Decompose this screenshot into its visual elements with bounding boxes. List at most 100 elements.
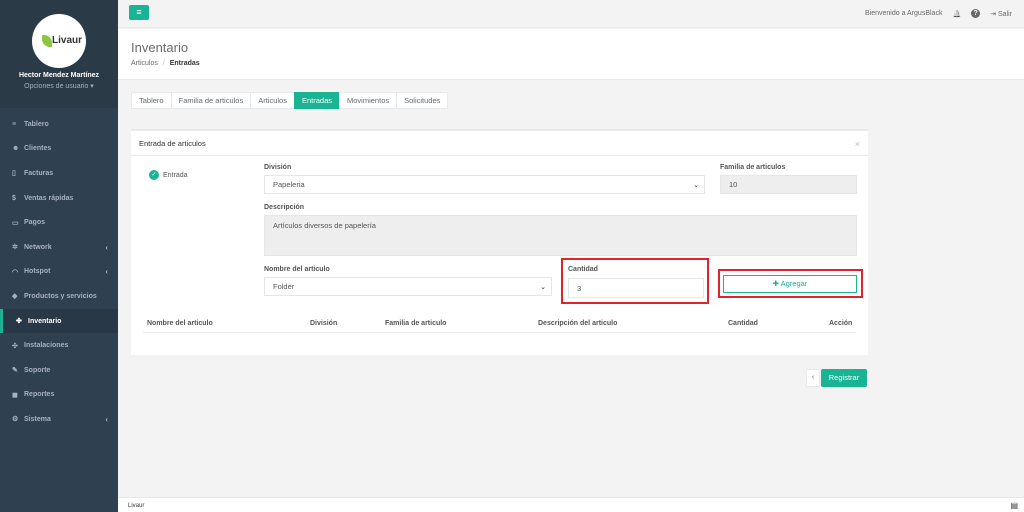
- sidebar-item-pagos[interactable]: ▭ Pagos: [0, 210, 118, 235]
- users-icon: ☻: [12, 145, 20, 153]
- dollar-icon: $: [12, 194, 16, 202]
- division-select[interactable]: Papeleria ⌄: [264, 175, 705, 194]
- column-header-division: División: [310, 320, 338, 327]
- division-value: Papeleria: [273, 180, 305, 189]
- dashboard-icon: ≡: [12, 120, 17, 128]
- sidebar-item-label: Facturas: [24, 169, 54, 177]
- user-options-dropdown[interactable]: Opciones de usuario ▾: [0, 82, 118, 90]
- descripcion-value: Artículos diversos de papelería: [273, 221, 376, 230]
- familia-field: 10: [720, 175, 857, 194]
- topbar-right: Bienvenido a ArgusBlack 🔔 ? ⇥ Salir: [865, 9, 1012, 18]
- book-icon: ◼: [12, 391, 18, 399]
- previous-button[interactable]: ‹: [806, 369, 820, 387]
- sidebar-item-sistema[interactable]: ⚙ Sistema ‹: [0, 407, 118, 432]
- logo-text: Livaur: [52, 35, 83, 46]
- sidebar-item-facturas[interactable]: ▯ Facturas: [0, 161, 118, 186]
- add-button[interactable]: ✚ Agregar: [723, 275, 857, 293]
- tab-entradas[interactable]: Entradas: [293, 92, 341, 109]
- sidebar-item-label: Pagos: [24, 219, 46, 227]
- logout-icon: ⇥: [990, 10, 997, 18]
- sidebar-item-label: Hotspot: [24, 268, 51, 276]
- sidebar: Livaur Hector Mendez Martínez Opciones d…: [0, 0, 118, 512]
- column-header-descripcion: Descripción del articulo: [538, 320, 618, 327]
- user-name: Hector Mendez Martínez: [18, 72, 100, 79]
- nombre-label: Nombre del articulo: [264, 266, 330, 273]
- file-icon: ▯: [12, 170, 16, 178]
- chevron-down-icon: ⌄: [693, 181, 699, 189]
- wifi-icon: ◠: [12, 268, 19, 276]
- cubes-icon: ✤: [16, 318, 22, 326]
- page-header: Inventario Articulos / Entradas: [118, 29, 1024, 80]
- chevron-left-icon: ‹: [105, 414, 108, 424]
- sidebar-item-reportes[interactable]: ◼ Reportes: [0, 383, 118, 408]
- footer-text: Livaur: [128, 503, 145, 509]
- sidebar-item-clientes[interactable]: ☻ Clientes: [0, 137, 118, 162]
- profile-section: Livaur Hector Mendez Martínez Opciones d…: [0, 0, 118, 108]
- familia-label: Familia de articulos: [720, 164, 786, 171]
- column-header-familia: Familia de articulo: [385, 320, 447, 327]
- check-circle-icon: ✓: [149, 170, 159, 180]
- register-button[interactable]: Registrar: [821, 369, 867, 387]
- tab-solicitudes[interactable]: Solicitudes: [396, 92, 449, 109]
- tools-icon: ✣: [12, 342, 18, 350]
- cantidad-input[interactable]: 3: [568, 278, 704, 298]
- entrada-radio[interactable]: ✓ Entrada: [149, 170, 188, 180]
- network-icon: ✲: [12, 244, 18, 252]
- wrench-icon: ✎: [12, 367, 18, 375]
- sidebar-item-label: Reportes: [24, 391, 55, 399]
- sidebar-item-ventas-rapidas[interactable]: $ Ventas rápidas: [0, 186, 118, 211]
- livaur-logo: Livaur: [32, 14, 86, 68]
- tab-tablero[interactable]: Tablero: [131, 92, 172, 109]
- footer: Livaur ▤: [118, 497, 1024, 512]
- nombre-select[interactable]: Folder ⌄: [264, 277, 552, 296]
- cantidad-label: Cantidad: [568, 266, 598, 273]
- topbar: ≡ Bienvenido a ArgusBlack 🔔 ? ⇥ Salir: [118, 0, 1024, 28]
- sidebar-item-label: Soporte: [24, 366, 51, 374]
- logout-label: Salir: [997, 10, 1012, 18]
- tab-articulos[interactable]: Articulos: [250, 92, 295, 109]
- inventory-tabs: Tablero Familia de articulos Articulos E…: [131, 92, 449, 109]
- sidebar-item-network[interactable]: ✲ Network ‹: [0, 235, 118, 260]
- sidebar-item-label: Instalaciones: [24, 342, 69, 350]
- descripcion-textarea[interactable]: Artículos diversos de papelería: [264, 215, 857, 256]
- sidebar-item-inventario[interactable]: ✤ Inventario: [0, 308, 118, 334]
- sidebar-item-label: Clientes: [24, 145, 52, 153]
- tab-movimientos[interactable]: Movimientos: [339, 92, 398, 109]
- sidebar-menu: ≡ Tablero ☻ Clientes ▯ Facturas $ Ventas ráp…: [0, 112, 118, 432]
- panel-title: Entrada de articulos: [139, 139, 206, 148]
- logout-button[interactable]: ⇥ Salir: [990, 10, 1012, 18]
- sidebar-item-label: Inventario: [28, 317, 62, 325]
- sidebar-item-hotspot[interactable]: ◠ Hotspot ‹: [0, 260, 118, 285]
- help-icon[interactable]: ?: [971, 9, 981, 18]
- page-title: Inventario: [131, 40, 189, 55]
- breadcrumb-articulos[interactable]: Articulos: [131, 60, 158, 67]
- sidebar-item-instalaciones[interactable]: ✣ Instalaciones: [0, 333, 118, 358]
- sidebar-item-label: Sistema: [24, 415, 51, 423]
- chevron-left-icon: ‹: [105, 267, 108, 277]
- breadcrumb-entradas: Entradas: [169, 60, 200, 67]
- column-header-cantidad: Cantidad: [728, 320, 758, 327]
- welcome-text: Bienvenido a ArgusBlack: [865, 10, 943, 17]
- gears-icon: ⚙: [12, 416, 19, 424]
- leaf-icon: [42, 35, 52, 47]
- menu-toggle-button[interactable]: ≡: [129, 5, 149, 20]
- close-icon[interactable]: ×: [855, 139, 860, 149]
- sidebar-item-label: Tablero: [24, 120, 49, 128]
- tab-familia-de-articulos[interactable]: Familia de articulos: [170, 92, 252, 109]
- nombre-value: Folder: [273, 282, 295, 291]
- sidebar-item-label: Network: [24, 243, 52, 251]
- breadcrumb-separator: /: [162, 60, 165, 67]
- chevron-left-icon: ‹: [105, 242, 108, 252]
- money-icon: ▭: [12, 219, 19, 227]
- cantidad-value: 3: [577, 283, 582, 293]
- sidebar-item-soporte[interactable]: ✎ Soporte: [0, 358, 118, 383]
- tag-icon: ◆: [12, 293, 18, 301]
- sidebar-item-label: Productos y servicios: [24, 292, 97, 300]
- sidebar-item-tablero[interactable]: ≡ Tablero: [0, 112, 118, 137]
- radio-label: Entrada: [163, 171, 188, 179]
- column-header-accion: Acción: [829, 320, 853, 327]
- division-label: División: [264, 164, 292, 171]
- bell-icon[interactable]: 🔔: [952, 10, 961, 18]
- sidebar-item-productos[interactable]: ◆ Productos y servicios: [0, 284, 118, 309]
- column-header-nombre: Nombre del articulo: [147, 320, 213, 327]
